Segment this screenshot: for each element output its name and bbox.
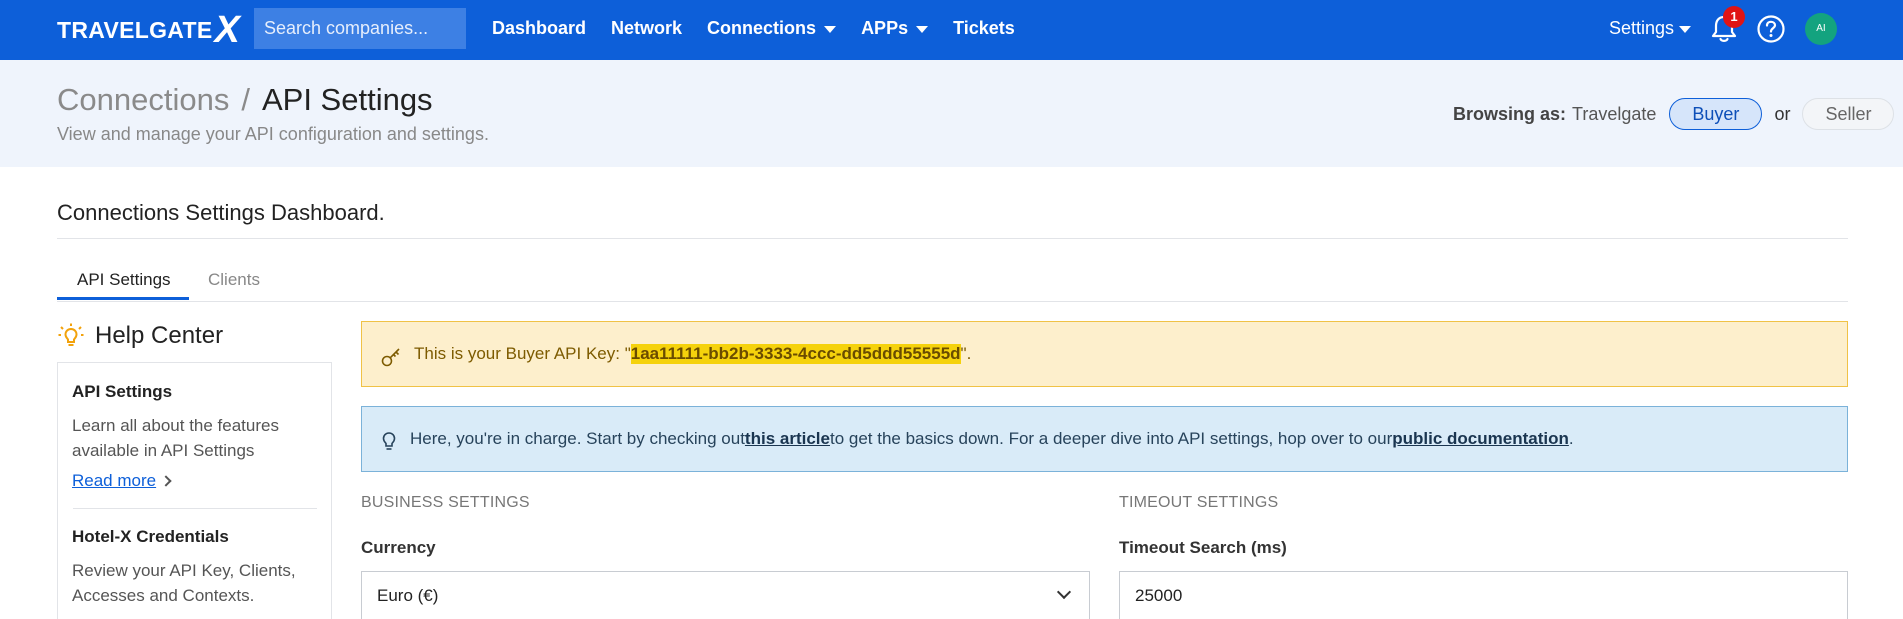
help-divider <box>73 508 317 509</box>
api-key-value[interactable]: 1aa11111-bb2b-3333-4ccc-dd5ddd55555d <box>630 344 961 364</box>
timeout-search-value: 25000 <box>1135 585 1183 605</box>
tabs-divider <box>57 301 1848 302</box>
api-key-prefix: This is your Buyer API Key: " <box>414 344 631 363</box>
info-text: . <box>1568 429 1574 448</box>
info-text: Here, you're in charge. Start by checkin… <box>410 429 745 448</box>
help-section-text: Review your API Key, Clients, Accesses a… <box>72 561 296 605</box>
help-icon[interactable] <box>1756 14 1786 44</box>
nav-apps-label: APPs <box>861 18 909 38</box>
user-avatar[interactable]: AI <box>1805 13 1837 45</box>
settings-menu[interactable]: Settings <box>1609 18 1692 39</box>
nav-dashboard[interactable]: Dashboard <box>492 18 586 39</box>
currency-label: Currency <box>361 538 436 557</box>
help-section-text: Learn all about the features available i… <box>72 416 279 460</box>
currency-select[interactable]: Euro (€) <box>361 571 1090 619</box>
nav-dashboard-label: Dashboard <box>492 18 587 38</box>
key-icon <box>381 348 400 367</box>
info-alert: Here, you're in charge. Start by checkin… <box>361 406 1848 472</box>
tab-clients[interactable]: Clients <box>208 270 260 290</box>
lightbulb-icon <box>382 432 396 450</box>
chevron-down-icon <box>1056 584 1072 600</box>
nav-tickets[interactable]: Tickets <box>953 18 1015 39</box>
currency-value: Euro (€) <box>377 585 439 605</box>
this-article-link[interactable]: this article <box>745 429 830 449</box>
divider <box>57 238 1848 239</box>
browsing-as-label: Browsing as: <box>1453 103 1567 124</box>
browsing-as: Browsing as: Travelgate Buyer or Seller <box>1453 98 1895 130</box>
help-section-heading: Hotel-X Credentials <box>72 527 229 546</box>
top-navbar: TRAVELGATE X Dashboard Network Connectio… <box>0 0 1903 60</box>
business-settings-title: BUSINESS SETTINGS <box>361 494 530 511</box>
caret-down-icon <box>1679 26 1692 33</box>
help-center-title: Help Center <box>95 322 224 349</box>
help-section-heading: API Settings <box>72 382 173 401</box>
browsing-company: Travelgate <box>1572 103 1657 124</box>
buyer-button[interactable]: Buyer <box>1669 98 1763 130</box>
page-subtitle: View and manage your API configuration a… <box>57 124 489 144</box>
active-tab-indicator <box>57 297 189 300</box>
notification-badge: 1 <box>1723 6 1745 28</box>
dashboard-title: Connections Settings Dashboard. <box>57 200 385 225</box>
page-title: API Settings <box>261 82 433 117</box>
settings-label: Settings <box>1609 18 1675 38</box>
public-documentation-link[interactable]: public documentation <box>1392 429 1569 449</box>
logo-text: TRAVELGATE <box>57 16 213 43</box>
lightbulb-icon <box>58 323 84 346</box>
nav-connections[interactable]: Connections <box>707 18 837 39</box>
info-text: to get the basics down. For a deeper div… <box>829 429 1393 448</box>
nav-apps[interactable]: APPs <box>861 18 929 39</box>
api-key-alert: This is your Buyer API Key: " 1aa11111-bb… <box>361 321 1848 387</box>
chevron-right-icon <box>160 475 172 487</box>
travelgate-logo[interactable]: TRAVELGATE X <box>57 9 240 51</box>
read-more-link[interactable]: Read more <box>72 471 172 491</box>
logo-mark: X <box>214 9 240 51</box>
header-corner-decoration <box>1843 167 1903 227</box>
caret-down-icon <box>916 26 929 33</box>
timeout-settings-title: TIMEOUT SETTINGS <box>1119 494 1279 511</box>
nav-connections-label: Connections <box>707 18 817 38</box>
nav-network[interactable]: Network <box>611 18 682 39</box>
tab-api-settings[interactable]: API Settings <box>77 270 171 290</box>
nav-tickets-label: Tickets <box>953 18 1015 38</box>
breadcrumb: Connections / API Settings <box>57 82 433 118</box>
read-more-label: Read more <box>72 471 157 490</box>
search-companies-input[interactable] <box>254 8 466 49</box>
breadcrumb-separator: / <box>241 82 250 117</box>
timeout-search-label: Timeout Search (ms) <box>1119 538 1287 557</box>
help-center-card: API Settings Learn all about the feature… <box>57 362 332 619</box>
main-nav: Dashboard Network Connections APPs Ticke… <box>492 0 1040 57</box>
seller-button[interactable]: Seller <box>1802 98 1895 130</box>
timeout-search-input[interactable]: 25000 <box>1119 571 1848 619</box>
help-center-header: Help Center <box>57 322 223 350</box>
nav-network-label: Network <box>611 18 683 38</box>
api-key-suffix: ". <box>960 344 972 363</box>
breadcrumb-connections[interactable]: Connections <box>57 82 229 118</box>
caret-down-icon <box>824 26 837 33</box>
role-or-text: or <box>1774 103 1791 124</box>
